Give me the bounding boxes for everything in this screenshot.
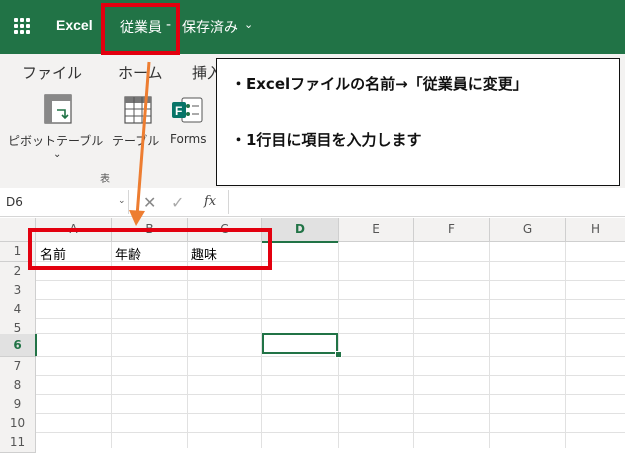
table-button[interactable]: テーブル: [112, 132, 159, 149]
column-header-f[interactable]: F: [414, 218, 490, 242]
gridline: [36, 375, 625, 376]
row-header-11[interactable]: 11: [0, 433, 36, 453]
gridline: [36, 318, 625, 319]
app-launcher-icon[interactable]: [14, 18, 30, 34]
filename-highlight-box: [101, 3, 180, 55]
svg-text:F: F: [175, 104, 182, 118]
column-header-e[interactable]: E: [339, 218, 414, 242]
gridline: [36, 413, 625, 414]
forms-button[interactable]: Forms: [170, 132, 206, 146]
cancel-icon[interactable]: ✕: [143, 193, 156, 212]
name-box-value: D6: [6, 195, 23, 209]
gridline: [338, 242, 339, 448]
fill-handle[interactable]: [335, 351, 342, 358]
title-bar: Excel 従業員 - 保存済み ⌄: [0, 0, 625, 54]
header-row-highlight-box: [28, 228, 272, 270]
gridline: [36, 299, 625, 300]
gridline: [36, 432, 625, 433]
insert-function-button[interactable]: fx: [204, 194, 216, 209]
callout-line-1: ・Excelファイルの名前→「従業員に変更」: [231, 75, 528, 93]
chevron-down-icon[interactable]: ⌄: [53, 149, 61, 160]
gridline: [36, 356, 625, 357]
gridline: [489, 242, 490, 448]
save-status[interactable]: 保存済み: [182, 17, 238, 37]
gridline: [565, 242, 566, 448]
check-icon[interactable]: ✓: [171, 193, 184, 212]
formula-separator: [228, 190, 229, 214]
group-label-tables: 表: [100, 174, 110, 185]
callout-line-2: ・1行目に項目を入力します: [231, 131, 422, 149]
tab-home[interactable]: ホーム: [118, 62, 163, 83]
pivot-table-icon[interactable]: [44, 94, 72, 124]
row-header-3[interactable]: 3: [0, 281, 36, 301]
row-header-6[interactable]: 6: [0, 334, 37, 357]
column-header-g[interactable]: G: [490, 218, 566, 242]
column-header-h[interactable]: H: [566, 218, 625, 242]
active-cell-d6[interactable]: [262, 333, 338, 354]
gridline: [187, 242, 188, 448]
pivot-table-button[interactable]: ピボットテーブル: [8, 132, 103, 149]
gridline: [36, 394, 625, 395]
chevron-down-icon[interactable]: ⌄: [118, 196, 126, 206]
formula-bar: D6 ⌄: [0, 188, 625, 217]
row-header-4[interactable]: 4: [0, 300, 36, 320]
column-header-d[interactable]: D: [262, 218, 339, 243]
tab-file[interactable]: ファイル: [22, 62, 82, 83]
name-box[interactable]: D6 ⌄: [0, 190, 129, 214]
row-header-9[interactable]: 9: [0, 395, 36, 415]
gridline: [111, 242, 112, 448]
table-icon[interactable]: [124, 96, 152, 124]
instruction-callout: ・Excelファイルの名前→「従業員に変更」 ・1行目に項目を入力します: [216, 58, 620, 186]
chevron-down-icon[interactable]: ⌄: [244, 18, 253, 31]
row-header-10[interactable]: 10: [0, 414, 36, 434]
gridline: [36, 280, 625, 281]
forms-icon[interactable]: F: [170, 96, 204, 124]
app-name[interactable]: Excel: [56, 17, 93, 33]
row-header-7[interactable]: 7: [0, 357, 36, 377]
row-header-8[interactable]: 8: [0, 376, 36, 396]
gridline: [413, 242, 414, 448]
